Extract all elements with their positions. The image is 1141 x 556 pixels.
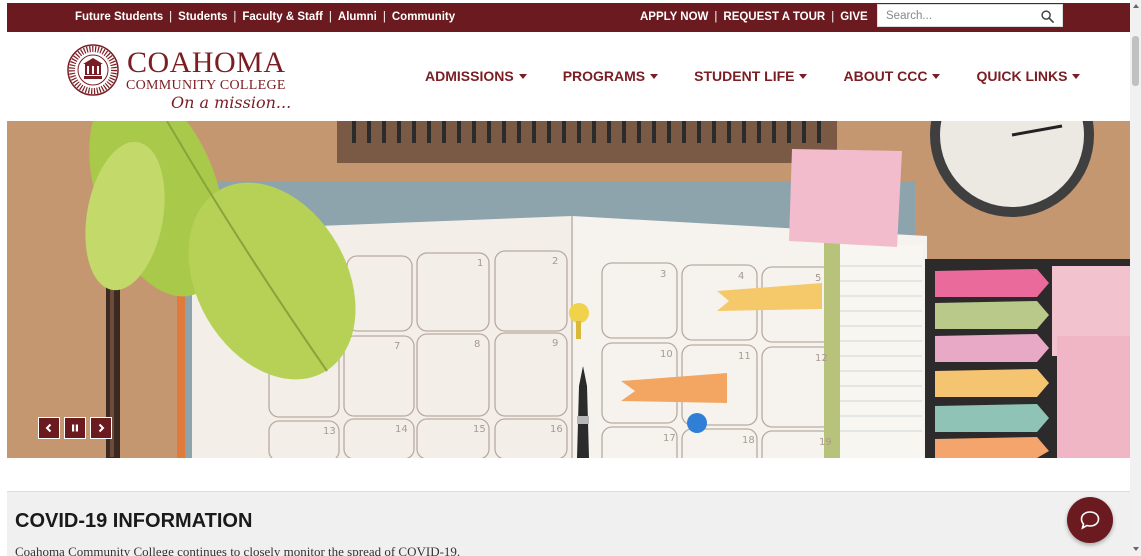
separator: | xyxy=(328,11,332,23)
calendar-day-number: 10 xyxy=(660,349,673,360)
nav-label: ADMISSIONS xyxy=(425,68,514,84)
separator: | xyxy=(169,11,173,23)
search-box xyxy=(877,4,1063,27)
chevron-left-icon xyxy=(45,423,52,433)
utility-link-future-students[interactable]: Future Students xyxy=(75,11,163,23)
caret-down-icon xyxy=(650,73,659,79)
calendar-day-number: 14 xyxy=(395,424,408,435)
calendar-day-number: 13 xyxy=(323,426,336,437)
caret-down-icon xyxy=(932,73,941,79)
request-tour-link[interactable]: REQUEST A TOUR xyxy=(723,11,825,23)
caret-down-icon xyxy=(799,73,808,79)
apply-now-link[interactable]: APPLY NOW xyxy=(640,11,708,23)
caret-down-icon xyxy=(518,73,527,79)
logo-tagline: On a mission... xyxy=(171,93,292,112)
calendar-day-number: 1 xyxy=(477,258,483,269)
separator: | xyxy=(233,11,237,23)
calendar-day-number: 16 xyxy=(550,424,563,435)
caret-down-icon xyxy=(1072,73,1081,79)
calendar-day-number: 18 xyxy=(742,435,755,446)
site-header: COAHOMA COMMUNITY COLLEGE On a mission..… xyxy=(7,32,1130,121)
separator: | xyxy=(831,11,835,23)
utility-bar: Future Students | Students | Faculty & S… xyxy=(7,3,1130,32)
utility-nav-right: APPLY NOW | REQUEST A TOUR | GIVE xyxy=(640,11,868,23)
nav-admissions[interactable]: ADMISSIONS xyxy=(425,68,527,84)
hero-image: 1 23 4 57 8 910 11 1213 14 15 1617 18 19 xyxy=(7,121,1130,458)
search-input[interactable] xyxy=(878,9,1028,22)
nav-label: ABOUT CCC xyxy=(843,68,928,84)
calendar-day-number: 11 xyxy=(738,351,751,362)
scroll-up-icon[interactable] xyxy=(1133,4,1139,8)
logo-name: COAHOMA xyxy=(127,46,286,79)
calendar-day-number: 15 xyxy=(473,424,486,435)
nav-quick-links[interactable]: QUICK LINKS xyxy=(976,68,1081,84)
covid-section: COVID-19 INFORMATION Coahoma Community C… xyxy=(7,491,1130,556)
carousel-pause-button[interactable] xyxy=(64,417,86,439)
calendar-day-number: 7 xyxy=(394,341,400,352)
chat-button[interactable] xyxy=(1067,497,1113,543)
utility-link-students[interactable]: Students xyxy=(178,11,227,23)
main-nav: ADMISSIONS PROGRAMS STUDENT LIFE ABOUT C… xyxy=(425,68,1116,84)
covid-text: Coahoma Community College continues to c… xyxy=(15,544,461,556)
calendar-day-number: 17 xyxy=(663,433,676,444)
pause-icon xyxy=(72,424,78,432)
calendar-day-number: 5 xyxy=(815,273,821,284)
give-link[interactable]: GIVE xyxy=(840,11,867,23)
separator: | xyxy=(714,11,718,23)
logo-subtitle: COMMUNITY COLLEGE xyxy=(126,78,286,93)
chevron-right-icon xyxy=(98,423,105,433)
utility-link-faculty-staff[interactable]: Faculty & Staff xyxy=(242,11,323,23)
scrollbar-thumb[interactable] xyxy=(1132,36,1139,86)
scroll-down-icon[interactable] xyxy=(1133,547,1139,551)
calendar-day-number: 2 xyxy=(552,256,558,267)
search-icon[interactable] xyxy=(1041,10,1054,23)
page-scrollbar[interactable] xyxy=(1130,0,1141,556)
nav-about-ccc[interactable]: ABOUT CCC xyxy=(843,68,941,84)
separator: | xyxy=(382,11,386,23)
college-logo[interactable]: COAHOMA COMMUNITY COLLEGE On a mission..… xyxy=(67,44,307,114)
page: Future Students | Students | Faculty & S… xyxy=(0,0,1141,556)
carousel-prev-button[interactable] xyxy=(38,417,60,439)
carousel-next-button[interactable] xyxy=(90,417,112,439)
nav-label: STUDENT LIFE xyxy=(694,68,795,84)
nav-student-life[interactable]: STUDENT LIFE xyxy=(694,68,808,84)
calendar-day-number: 4 xyxy=(738,271,744,282)
covid-heading: COVID-19 INFORMATION xyxy=(15,510,253,532)
nav-label: QUICK LINKS xyxy=(976,68,1068,84)
calendar-day-number: 3 xyxy=(660,269,666,280)
chat-icon xyxy=(1080,511,1100,530)
nav-label: PROGRAMS xyxy=(562,68,646,84)
utility-link-community[interactable]: Community xyxy=(392,11,455,23)
calendar-day-number: 19 xyxy=(819,437,832,448)
utility-nav-left: Future Students | Students | Faculty & S… xyxy=(75,11,455,23)
carousel-controls xyxy=(38,417,112,439)
nav-programs[interactable]: PROGRAMS xyxy=(562,68,659,84)
calendar-day-number: 9 xyxy=(552,338,558,349)
college-seal-icon xyxy=(67,44,119,96)
utility-link-alumni[interactable]: Alumni xyxy=(338,11,377,23)
hero-carousel: 1 2 3 4 5 7 8 9 10 11 12 13 14 15 16 17 18 19 xyxy=(7,121,1130,458)
calendar-day-number: 12 xyxy=(815,353,828,364)
calendar-day-number: 8 xyxy=(474,339,480,350)
